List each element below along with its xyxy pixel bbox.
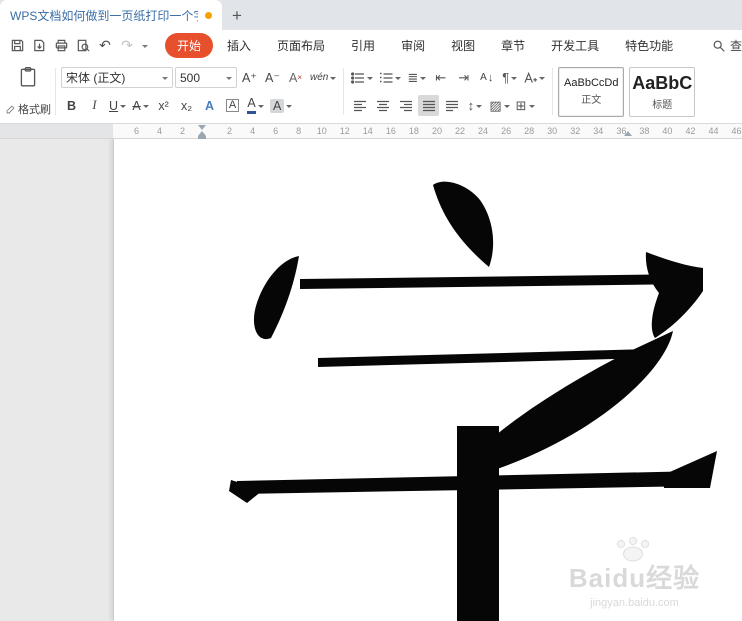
font-size-value: 500 (180, 70, 201, 85)
numbered-list-button[interactable] (377, 67, 403, 88)
style-heading[interactable]: AaBbC 标题 (629, 66, 696, 117)
styles-gallery: AaBbCcDd 正文 AaBbC 标题 (558, 66, 742, 117)
tab-bar: WPS文档如何做到一页纸打印一个字 + (0, 0, 742, 30)
unsaved-indicator-dot (205, 11, 212, 19)
font-color-button[interactable]: A (245, 95, 266, 116)
strikethrough-button[interactable]: A (130, 95, 151, 116)
ribbon-tab[interactable]: 章节 (489, 33, 537, 58)
multilevel-list-button[interactable]: ≣ (405, 67, 428, 88)
italic-button[interactable]: I (84, 95, 105, 116)
distribute-button[interactable] (441, 95, 462, 116)
line-spacing-button[interactable]: ↕ (464, 95, 485, 116)
increase-indent-button[interactable]: ⇥ (453, 67, 474, 88)
ribbon-tab[interactable]: 视图 (439, 33, 487, 58)
menu-bar: ↶ ↷ 开始 插入 页面布局 引用 审阅 视图 章节 开发工具 特色功能 查 (0, 30, 742, 61)
align-center-button[interactable] (372, 95, 393, 116)
ruler-left-numbers: 642 (133, 126, 185, 136)
style-label: 标题 (652, 99, 673, 111)
ribbon-tab[interactable]: 开发工具 (539, 33, 611, 58)
font-size-combo[interactable]: 500 (175, 67, 237, 88)
search-icon (713, 40, 725, 52)
paragraph-group: ≣ ⇤ ⇥ A ↓ ¶ ↕ ▨ ⊞ (349, 66, 547, 117)
decrease-indent-button[interactable]: ⇤ (430, 67, 451, 88)
increase-font-button[interactable]: A⁺ (239, 67, 260, 88)
ribbon-tab[interactable]: 开始 (165, 33, 214, 58)
align-right-icon (399, 100, 412, 111)
underline-button[interactable]: U (107, 95, 128, 116)
character-border-button[interactable]: A (222, 95, 243, 116)
justify-button[interactable] (418, 95, 440, 116)
document-tab-title: WPS文档如何做到一页纸打印一个字 (10, 8, 198, 23)
format-painter-button[interactable]: 格式刷 (5, 101, 51, 117)
distribute-icon (445, 100, 458, 111)
format-painter-label: 格式刷 (18, 104, 51, 116)
font-name-value: 宋体 (正文) (66, 71, 126, 85)
chevron-down-icon (226, 76, 232, 83)
ribbon-tab[interactable]: 审阅 (389, 33, 437, 58)
text-tools-icon (524, 71, 538, 83)
divider (55, 68, 56, 115)
align-left-button[interactable] (349, 95, 370, 116)
align-center-icon (376, 100, 389, 111)
ruler-margin-area (0, 124, 113, 138)
subscript-button[interactable]: x₂ (176, 95, 197, 116)
divider (343, 68, 345, 115)
superscript-button[interactable]: x² (153, 95, 174, 116)
phonetic-guide-button[interactable]: wén (308, 67, 338, 88)
search-label: 查 (729, 39, 742, 53)
paste-button[interactable] (18, 66, 38, 93)
print-icon[interactable] (50, 34, 72, 58)
clipboard-icon (20, 66, 36, 87)
ribbon-tab[interactable]: 插入 (215, 33, 263, 58)
decrease-font-button[interactable]: A⁻ (262, 67, 283, 88)
font-name-combo[interactable]: 宋体 (正文) (61, 67, 173, 88)
ribbon-tabs: 开始 插入 页面布局 引用 审阅 视图 章节 开发工具 特色功能 (164, 33, 686, 58)
horizontal-ruler: 642 2 4 6 8 10 12 14 16 18 20 22 24 26 28 30 32 34 36 38 40… (0, 124, 742, 139)
shading-button[interactable]: ▨ (487, 95, 511, 116)
highlight-color-button[interactable]: A (268, 95, 294, 116)
ribbon-tab[interactable]: 页面布局 (265, 33, 337, 58)
ribbon-search[interactable]: 查 (712, 37, 742, 54)
save-icon[interactable] (6, 34, 28, 58)
brush-icon (6, 104, 15, 113)
new-tab-button[interactable]: + (222, 1, 252, 30)
font-group: 宋体 (正文) 500 A⁺ A⁻ A wén B I U A x² x₂ A (61, 66, 338, 117)
ribbon-toolbar: 格式刷 宋体 (正文) 500 A⁺ A⁻ A wén B (0, 61, 742, 124)
borders-button[interactable]: ⊞ (514, 95, 537, 116)
redo-icon[interactable]: ↷ (116, 34, 138, 58)
ribbon-tab[interactable]: 特色功能 (613, 33, 685, 58)
chevron-down-icon (162, 76, 168, 83)
bullet-list-icon (351, 71, 365, 84)
style-preview: AaBbC (632, 72, 693, 93)
show-marks-button[interactable]: ¶ (499, 67, 520, 88)
bullet-list-button[interactable] (349, 67, 375, 88)
bold-button[interactable]: B (61, 95, 82, 116)
numbered-list-icon (380, 72, 393, 83)
quick-access-more-icon[interactable] (138, 34, 152, 58)
style-preview: AaBbCcDd (564, 77, 619, 89)
style-normal[interactable]: AaBbCcDd 正文 (558, 66, 625, 117)
text-tools-button[interactable] (522, 67, 547, 88)
clipboard-group: 格式刷 (5, 66, 51, 117)
document-tab[interactable]: WPS文档如何做到一页纸打印一个字 (0, 0, 222, 30)
document-area: Baidu经验 jingyan.baidu.com (0, 139, 742, 621)
style-label: 正文 (581, 95, 602, 106)
text-effects-button[interactable]: A (199, 95, 220, 116)
justify-icon (422, 100, 435, 111)
export-icon[interactable] (28, 34, 50, 58)
right-indent-marker[interactable] (624, 131, 632, 136)
wps-window: WPS文档如何做到一页纸打印一个字 + ↶ ↷ 开始 插入 页面布局 引用 审阅 视图 章节… (0, 0, 742, 621)
ribbon-tab[interactable]: 引用 (339, 33, 387, 58)
print-preview-icon[interactable] (72, 34, 94, 58)
document-page[interactable] (113, 139, 742, 621)
divider (552, 68, 554, 115)
first-line-indent-marker[interactable] (198, 125, 206, 130)
align-left-icon (353, 100, 366, 111)
align-right-button[interactable] (395, 95, 416, 116)
sort-button[interactable]: A ↓ (476, 67, 497, 88)
clear-format-button[interactable]: A (285, 67, 306, 88)
undo-icon[interactable]: ↶ (94, 34, 116, 58)
ruler-numbers: 2 4 6 8 10 12 14 16 18 20 22 24 26 28 30 32 34 36 38 40 42 44… (227, 126, 742, 136)
